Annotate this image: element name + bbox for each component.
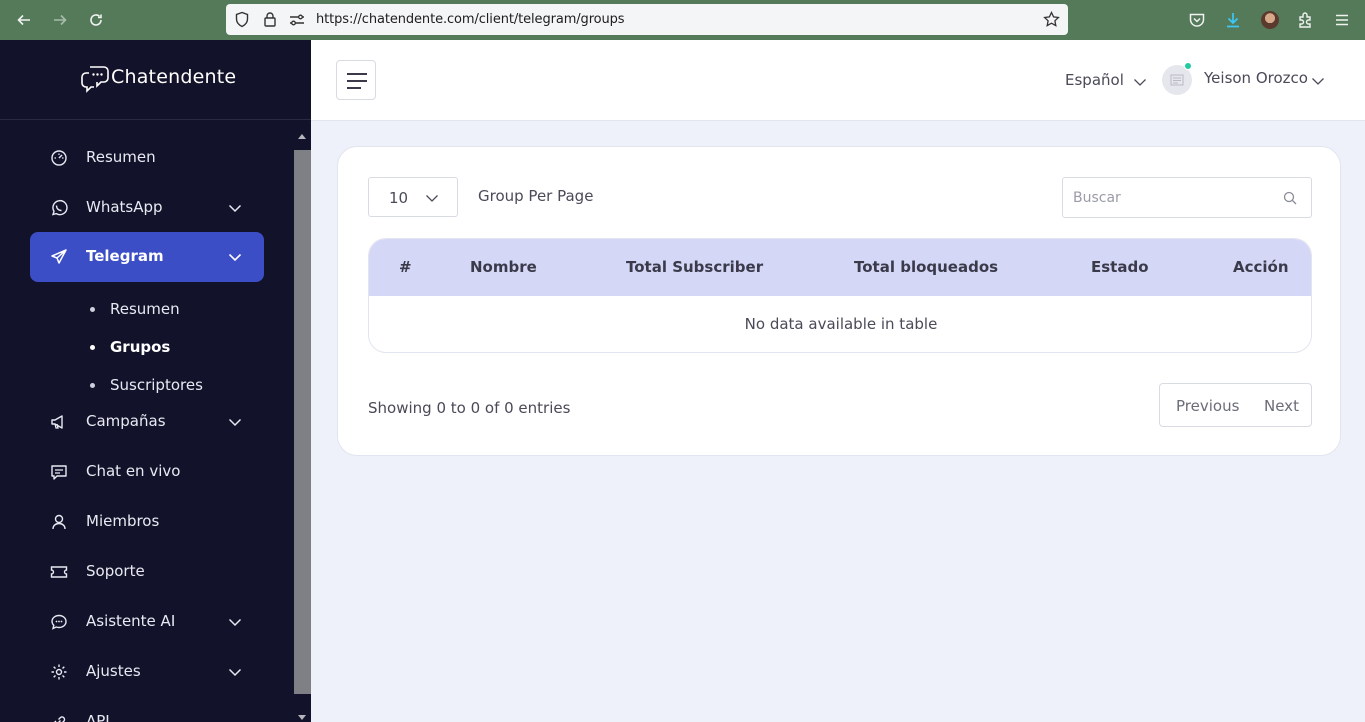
next-button[interactable]: Next xyxy=(1264,397,1299,415)
table-header: # Nombre Total Subscriber Total bloquead… xyxy=(369,239,1311,296)
top-header: Español Yeison Orozco xyxy=(311,40,1365,121)
sidebar-subitem-label: Suscriptores xyxy=(110,376,203,394)
column-header-estado[interactable]: Estado xyxy=(1091,258,1149,276)
language-selector[interactable]: Español xyxy=(1065,71,1124,89)
per-page-label: Group Per Page xyxy=(478,187,594,205)
browser-toolbar: https://chatendente.com/client/telegram/… xyxy=(0,0,1365,40)
account-avatar-icon[interactable] xyxy=(1259,9,1281,31)
back-icon[interactable] xyxy=(12,8,36,32)
chevron-down-icon xyxy=(228,418,242,427)
chevron-down-icon xyxy=(426,195,438,202)
brand[interactable]: Chatendente xyxy=(0,40,311,120)
column-header-accion[interactable]: Acción xyxy=(1233,258,1289,276)
search-input[interactable] xyxy=(1063,178,1311,217)
online-status-dot xyxy=(1184,62,1192,70)
url-text[interactable]: https://chatendente.com/client/telegram/… xyxy=(316,12,625,27)
scroll-up-arrow-icon[interactable] xyxy=(298,134,306,139)
sidebar-item-chat-en-vivo[interactable]: Chat en vivo xyxy=(30,447,264,497)
sidebar-item-label: Telegram xyxy=(86,247,164,265)
chevron-down-icon[interactable] xyxy=(1133,75,1147,89)
megaphone-icon xyxy=(51,415,63,429)
sidebar-toggle-button[interactable] xyxy=(336,60,376,100)
sidebar-scrollbar[interactable] xyxy=(294,132,311,722)
groups-card: 10 Group Per Page # Nombre Total Subscri… xyxy=(337,146,1341,456)
bookmark-star-icon[interactable] xyxy=(1043,11,1060,28)
bullet-icon xyxy=(90,307,95,312)
telegram-icon xyxy=(51,249,67,264)
image-placeholder-icon xyxy=(1170,74,1184,86)
chevron-down-icon xyxy=(228,618,242,627)
user-menu[interactable]: Yeison Orozco xyxy=(1204,69,1308,87)
sidebar-item-asistente-ai[interactable]: Asistente AI xyxy=(30,597,264,647)
chevron-down-icon xyxy=(228,253,242,262)
hamburger-line xyxy=(347,80,367,82)
chat-bubbles-logo-icon xyxy=(81,66,109,93)
sidebar-item-label: Ajustes xyxy=(86,662,141,680)
scroll-down-arrow-icon[interactable] xyxy=(298,715,306,720)
ai-chat-icon xyxy=(51,614,67,630)
shield-icon[interactable] xyxy=(234,11,250,28)
permissions-icon[interactable] xyxy=(289,13,305,27)
chat-icon xyxy=(51,465,67,480)
forward-icon[interactable] xyxy=(48,8,72,32)
sidebar-item-label: Chat en vivo xyxy=(86,462,181,480)
hamburger-line xyxy=(347,73,367,75)
column-header-total-subscriber[interactable]: Total Subscriber xyxy=(626,258,763,276)
sidebar-subitem-label: Grupos xyxy=(110,338,171,356)
ticket-icon xyxy=(50,566,68,578)
hamburger-line xyxy=(347,87,361,89)
download-icon[interactable] xyxy=(1222,9,1244,31)
sidebar-item-api[interactable]: API xyxy=(30,697,264,722)
sidebar-item-label: Campañas xyxy=(86,412,166,430)
sidebar-item-campanas[interactable]: Campañas xyxy=(30,397,264,447)
column-header-total-bloqueados[interactable]: Total bloqueados xyxy=(854,258,998,276)
sidebar-item-label: Resumen xyxy=(86,148,156,166)
sidebar-item-telegram[interactable]: Telegram xyxy=(30,232,264,282)
column-header-index[interactable]: # xyxy=(399,258,412,276)
link-icon xyxy=(54,716,66,722)
column-header-nombre[interactable]: Nombre xyxy=(470,258,537,276)
table-empty-row: No data available in table xyxy=(369,296,1311,352)
previous-button[interactable]: Previous xyxy=(1176,397,1239,415)
pagination: Previous Next xyxy=(1159,383,1312,427)
groups-table: # Nombre Total Subscriber Total bloquead… xyxy=(368,238,1312,353)
empty-message: No data available in table xyxy=(744,315,938,333)
lock-icon[interactable] xyxy=(263,11,277,28)
scrollbar-thumb[interactable] xyxy=(294,150,311,694)
extensions-icon[interactable] xyxy=(1295,9,1317,31)
sidebar: Chatendente Resumen WhatsApp Telegram Re… xyxy=(0,40,311,722)
per-page-value: 10 xyxy=(389,189,409,207)
bullet-icon xyxy=(90,345,95,350)
chevron-down-icon xyxy=(228,668,242,677)
reload-icon[interactable] xyxy=(84,8,108,32)
sidebar-item-miembros[interactable]: Miembros xyxy=(30,497,264,547)
sidebar-item-soporte[interactable]: Soporte xyxy=(30,547,264,597)
sidebar-item-whatsapp[interactable]: WhatsApp xyxy=(30,183,264,233)
sidebar-item-label: API xyxy=(86,712,110,722)
per-page-select[interactable]: 10 xyxy=(368,177,458,217)
sidebar-item-label: Asistente AI xyxy=(86,612,176,630)
sidebar-subitem-label: Resumen xyxy=(110,300,180,318)
search-field[interactable] xyxy=(1062,177,1312,218)
menu-icon[interactable] xyxy=(1331,9,1353,31)
pocket-icon[interactable] xyxy=(1186,9,1208,31)
whatsapp-icon xyxy=(51,199,68,216)
search-icon[interactable] xyxy=(1283,191,1297,205)
sidebar-item-label: Soporte xyxy=(86,562,145,580)
sidebar-item-ajustes[interactable]: Ajustes xyxy=(30,647,264,697)
sidebar-item-label: Miembros xyxy=(86,512,160,530)
entries-info: Showing 0 to 0 of 0 entries xyxy=(368,399,571,417)
chevron-down-icon[interactable] xyxy=(1311,74,1325,88)
address-bar[interactable]: https://chatendente.com/client/telegram/… xyxy=(226,4,1068,35)
bullet-icon xyxy=(90,383,95,388)
sidebar-item-resumen[interactable]: Resumen xyxy=(30,133,264,183)
chevron-down-icon xyxy=(228,204,242,213)
user-icon xyxy=(52,514,66,530)
gear-icon xyxy=(51,664,67,680)
brand-name: Chatendente xyxy=(111,66,237,88)
sidebar-item-label: WhatsApp xyxy=(86,198,163,216)
gauge-icon xyxy=(51,150,67,166)
